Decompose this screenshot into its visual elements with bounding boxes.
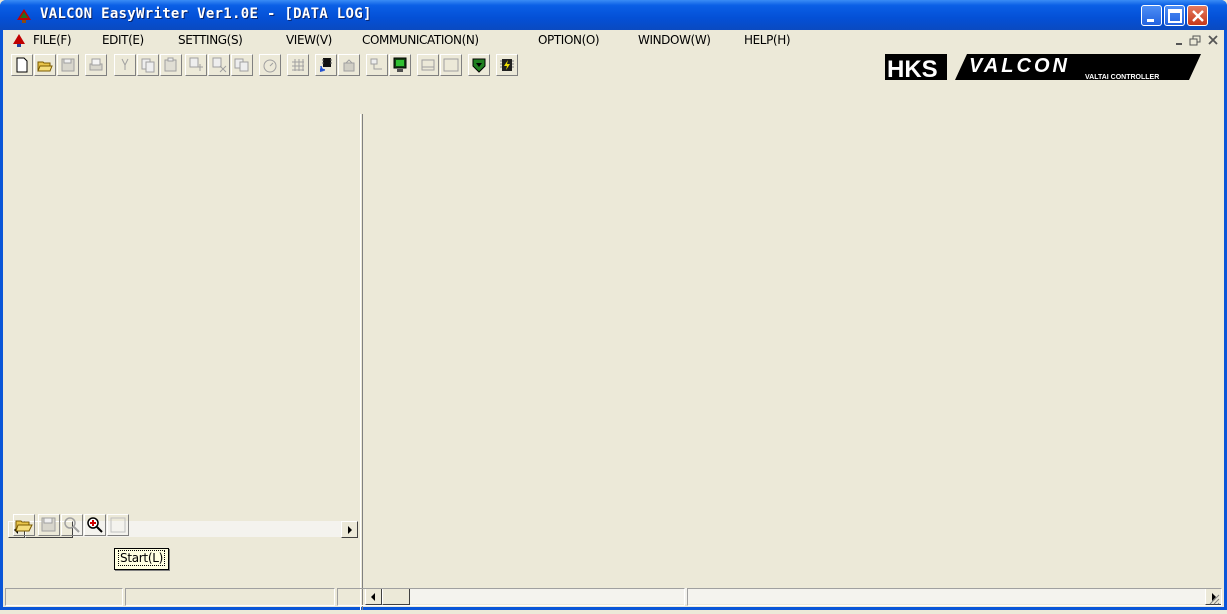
magnifier-icon	[64, 517, 80, 533]
copy-icon	[141, 58, 155, 73]
logo-product: VALCON	[969, 55, 1070, 77]
new-file-icon	[16, 57, 28, 73]
duplicate-icon	[234, 58, 249, 72]
menu-option[interactable]: OPTION(O)	[538, 33, 600, 47]
status-panel-2	[125, 588, 335, 606]
cut-button[interactable]	[114, 54, 136, 76]
print-button[interactable]	[85, 54, 107, 76]
log-save-button[interactable]	[38, 514, 60, 536]
close-button[interactable]	[1187, 5, 1208, 26]
client-area: FILE(F) EDIT(E) SETTING(S) VIEW(V) COMMU…	[3, 30, 1224, 610]
insert-button[interactable]	[185, 54, 207, 76]
menu-view[interactable]: VIEW(V)	[286, 33, 332, 47]
menu-bar: FILE(F) EDIT(E) SETTING(S) VIEW(V) COMMU…	[3, 30, 1224, 50]
open-folder-icon	[37, 61, 53, 72]
app-icon[interactable]	[15, 6, 33, 24]
printer-icon	[89, 58, 103, 71]
new-button[interactable]	[11, 54, 33, 76]
minimize-icon	[1147, 19, 1154, 22]
zoom-in-icon	[87, 517, 103, 533]
save-disk-icon	[61, 58, 75, 72]
open-button[interactable]	[34, 54, 56, 76]
chip-flash-icon	[500, 59, 514, 71]
log-zoom-out-button[interactable]	[61, 514, 83, 536]
log-file-pane[interactable]	[3, 114, 361, 614]
scroll-right-button[interactable]	[341, 521, 358, 538]
log-graph-pane[interactable]	[363, 114, 1224, 610]
read-ecu-button[interactable]	[315, 54, 337, 76]
menu-edit[interactable]: EDIT(E)	[102, 33, 144, 47]
connect-button[interactable]	[366, 54, 388, 76]
resize-grip-icon[interactable]	[1208, 593, 1220, 605]
gauge-icon	[263, 59, 277, 73]
menu-window[interactable]: WINDOW(W)	[638, 33, 711, 47]
arrow-right-icon	[348, 526, 352, 534]
tooltip-label: Start(L)	[118, 550, 165, 566]
mdi-close-icon[interactable]	[1208, 35, 1219, 46]
menu-communication[interactable]: COMMUNICATION(N)	[362, 33, 479, 47]
main-window: VALCON EasyWriter Ver1.0E - [DATA LOG] F…	[0, 0, 1227, 610]
menu-setting[interactable]: SETTING(S)	[178, 33, 243, 47]
toolbar: HKS VALCON VALTAI CONTROLLER	[3, 50, 1224, 83]
blank-button[interactable]	[440, 54, 462, 76]
status-panel-4	[687, 588, 1222, 606]
paste-icon	[164, 57, 177, 72]
logo-tagline: VALTAI CONTROLLER	[1085, 74, 1159, 81]
open-folder-icon	[15, 520, 33, 532]
delete-button[interactable]	[208, 54, 230, 76]
maximize-icon	[1168, 9, 1182, 23]
save-disk-icon	[41, 517, 56, 532]
mdi-minimize-icon[interactable]	[1175, 36, 1185, 46]
log-zoom-in-button[interactable]	[84, 514, 106, 536]
grid-icon	[292, 59, 304, 71]
window-button[interactable]	[417, 54, 439, 76]
logo-brand: HKS	[887, 56, 938, 83]
monitor-icon	[393, 57, 407, 72]
log-start-button[interactable]	[107, 514, 129, 536]
title-bar[interactable]: VALCON EasyWriter Ver1.0E - [DATA LOG]	[0, 0, 1227, 30]
monitor-button[interactable]	[389, 54, 411, 76]
status-panel-3	[337, 588, 685, 606]
gauge-button[interactable]	[259, 54, 281, 76]
duplicate-button[interactable]	[231, 54, 253, 76]
log-open-button[interactable]	[13, 514, 35, 536]
download-button[interactable]	[468, 54, 490, 76]
paste-button[interactable]	[160, 54, 182, 76]
document-icon[interactable]	[11, 32, 27, 48]
write-ecu-button[interactable]	[338, 54, 360, 76]
delete-icon	[212, 57, 227, 73]
menu-file[interactable]: FILE(F)	[33, 33, 72, 47]
status-panel-1	[5, 588, 123, 606]
grid-button[interactable]	[287, 54, 309, 76]
hks-valcon-logo: HKS VALCON VALTAI CONTROLLER	[885, 54, 1201, 83]
read-ecu-icon	[320, 58, 332, 72]
cut-icon	[121, 58, 129, 70]
save-button[interactable]	[57, 54, 79, 76]
insert-icon	[189, 57, 203, 71]
download-shield-icon	[472, 58, 486, 73]
blank-icon	[443, 58, 459, 72]
menu-help[interactable]: HELP(H)	[744, 33, 791, 47]
mdi-restore-icon[interactable]	[1189, 35, 1201, 47]
status-bar	[3, 585, 1224, 607]
copy-button[interactable]	[137, 54, 159, 76]
maximize-button[interactable]	[1164, 5, 1185, 26]
close-icon	[1192, 10, 1204, 22]
chip-button[interactable]	[496, 54, 518, 76]
window-title: VALCON EasyWriter Ver1.0E - [DATA LOG]	[40, 6, 372, 22]
start-tooltip: Start(L)	[114, 548, 169, 570]
blank-icon	[110, 517, 126, 533]
window-icon	[421, 59, 435, 71]
minimize-button[interactable]	[1141, 5, 1162, 26]
write-ecu-icon	[343, 59, 355, 72]
connect-icon	[370, 58, 382, 70]
